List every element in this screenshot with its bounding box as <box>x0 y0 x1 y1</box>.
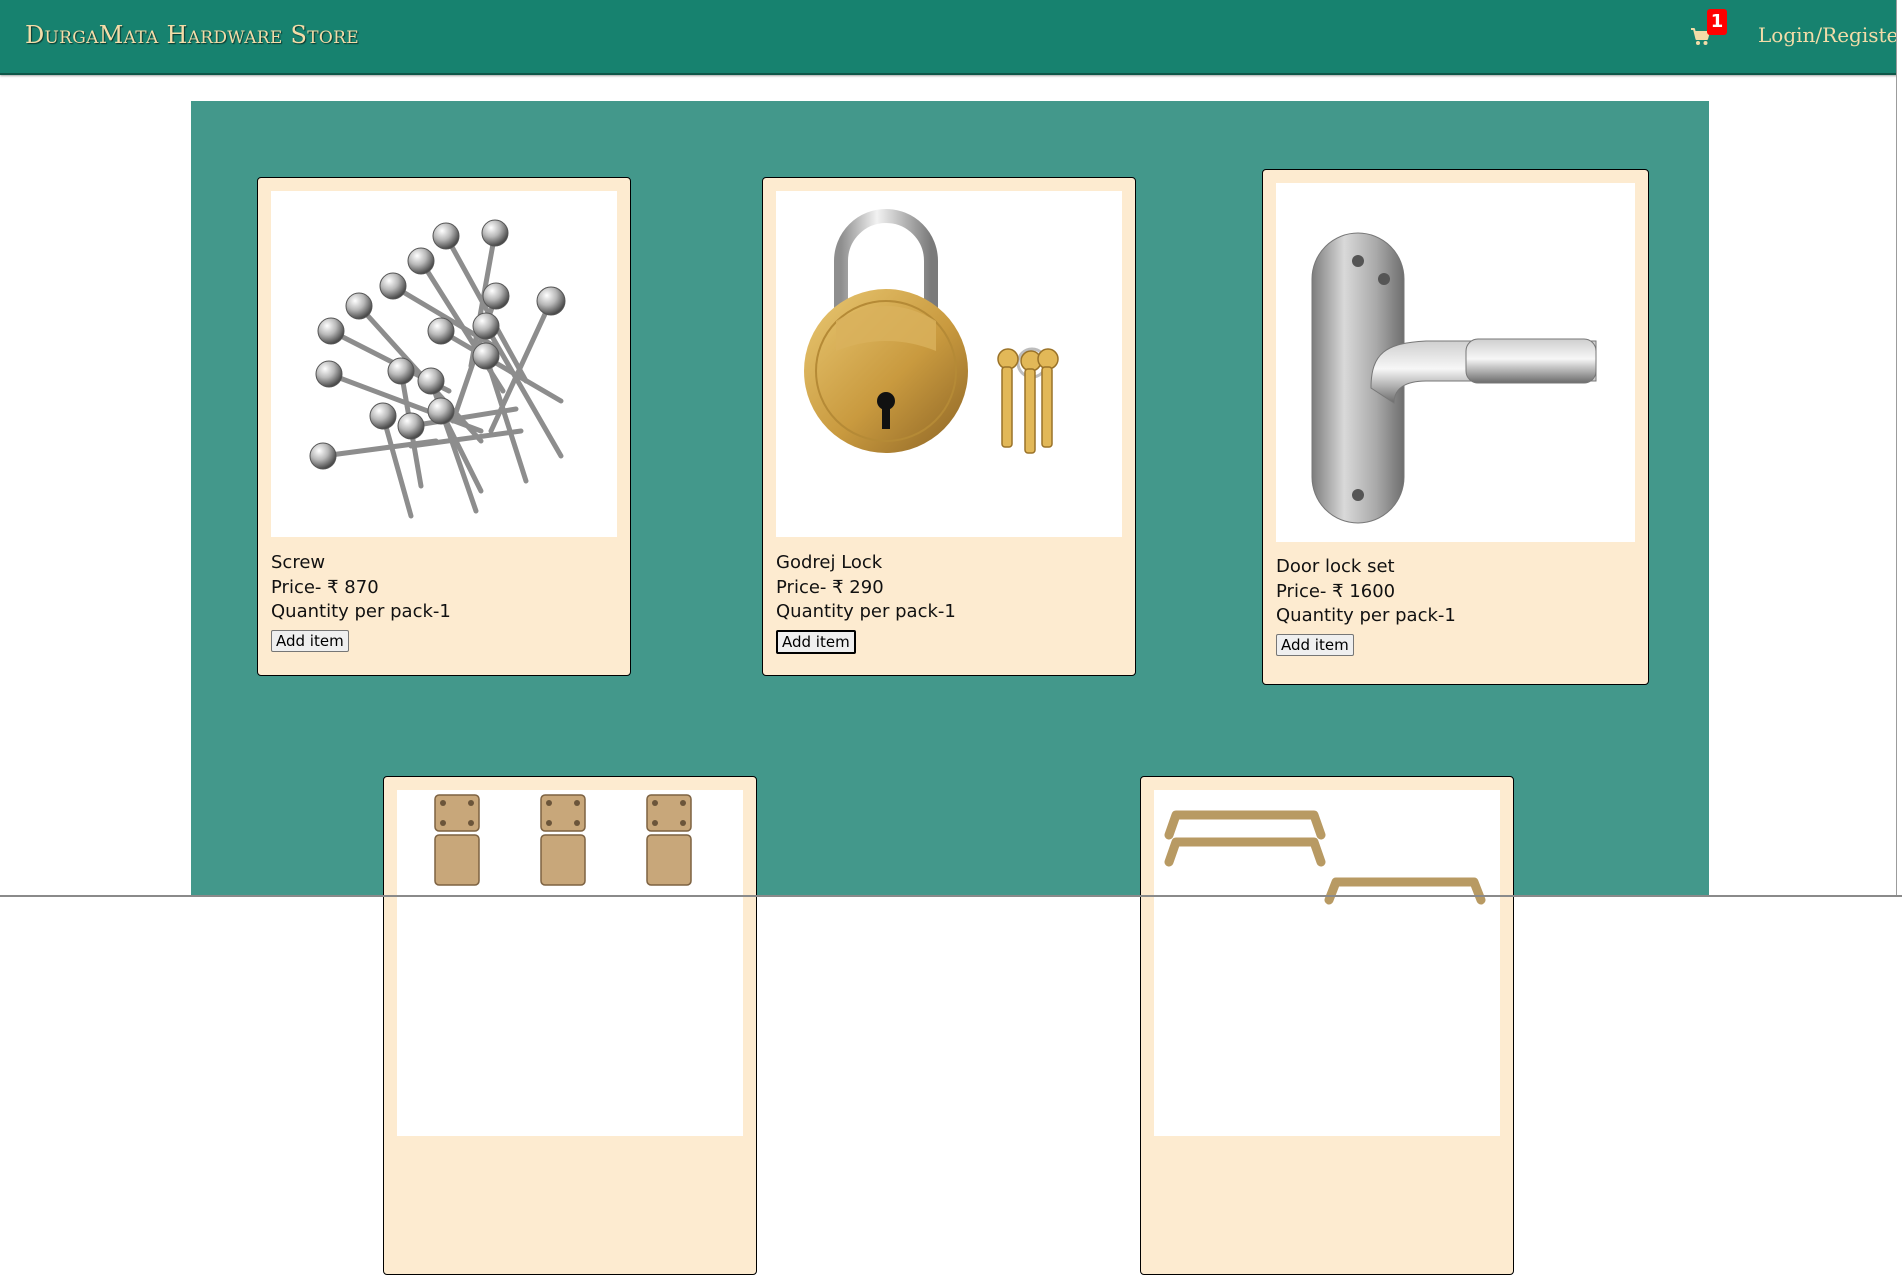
product-info: Door lock set Price- ₹ 1600 Quantity per… <box>1276 555 1622 657</box>
product-grid: Screw Price- ₹ 870 Quantity per pack-1 A… <box>191 101 1709 1275</box>
product-quantity: Quantity per pack-1 <box>1276 605 1456 626</box>
product-price: Price- ₹ 1600 <box>1276 580 1396 602</box>
product-card-cabinet-handles <box>1140 776 1514 1275</box>
product-quantity: Quantity per pack-1 <box>271 601 451 622</box>
product-card-door-lock-set: Door lock set Price- ₹ 1600 Quantity per… <box>1262 169 1649 685</box>
login-register-link[interactable]: Login/Register <box>1758 23 1902 47</box>
product-quantity: Quantity per pack-1 <box>776 601 956 622</box>
product-price: Price- ₹ 870 <box>271 576 379 598</box>
product-price: Price- ₹ 290 <box>776 576 884 598</box>
add-item-button[interactable]: Add item <box>271 629 349 652</box>
tower-bolts-image <box>397 790 743 1136</box>
vertical-scrollbar[interactable] <box>1896 0 1902 897</box>
door-handle-image <box>1276 183 1635 542</box>
product-name: Screw <box>271 552 326 573</box>
store-brand[interactable]: DurgaMata Hardware Store <box>25 21 359 49</box>
product-card-screw: Screw Price- ₹ 870 Quantity per pack-1 A… <box>257 177 631 676</box>
cabinet-handles-image <box>1154 790 1500 1136</box>
product-card-godrej-lock: Godrej Lock Price- ₹ 290 Quantity per pa… <box>762 177 1136 676</box>
padlock-with-keys-image <box>776 191 1122 537</box>
product-info: Screw Price- ₹ 870 Quantity per pack-1 A… <box>271 551 617 653</box>
screws-image <box>271 191 617 537</box>
add-item-button[interactable]: Add item <box>776 629 856 654</box>
product-name: Door lock set <box>1276 556 1395 577</box>
cart-count-badge: 1 <box>1707 9 1727 35</box>
top-navbar: DurgaMata Hardware Store 1 Login/Registe… <box>0 0 1902 75</box>
add-item-button[interactable]: Add item <box>1276 633 1354 656</box>
product-card-tower-bolts <box>383 776 757 1275</box>
product-info: Godrej Lock Price- ₹ 290 Quantity per pa… <box>776 551 1122 654</box>
product-name: Godrej Lock <box>776 552 883 573</box>
